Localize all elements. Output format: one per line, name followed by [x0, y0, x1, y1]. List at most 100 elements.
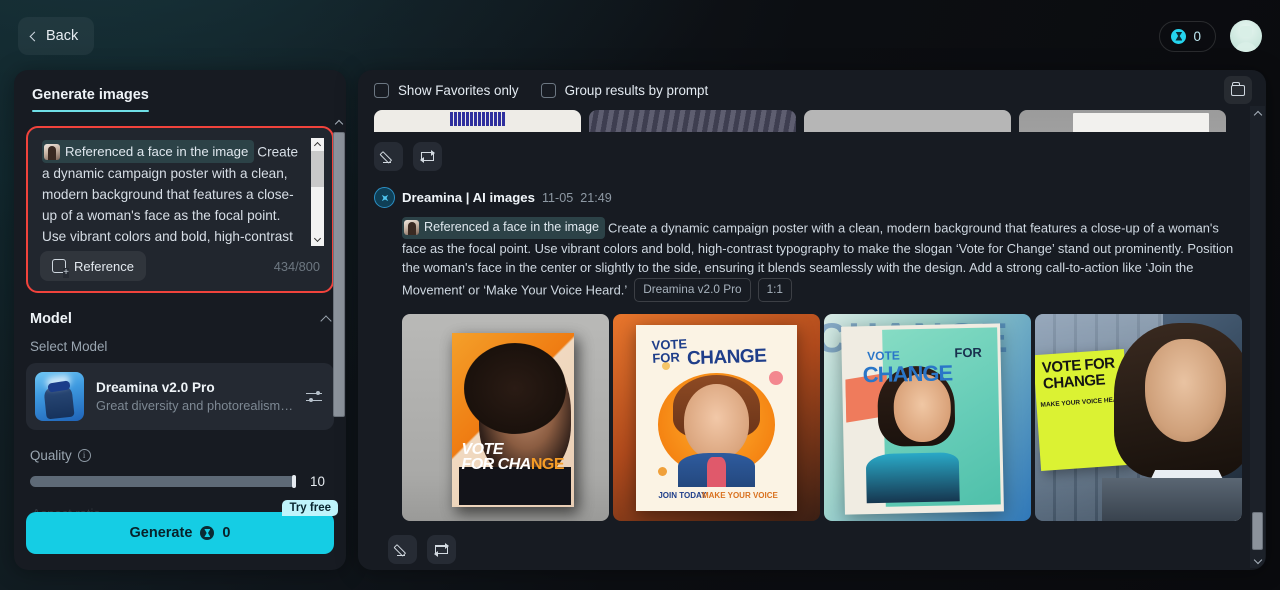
prompt-footer: Reference 434/800 [40, 251, 320, 281]
refresh-icon [420, 148, 435, 165]
credits-count: 0 [1193, 28, 1201, 44]
scroll-up-icon[interactable] [332, 116, 346, 129]
generated-image-1[interactable]: VOTE FOR CHANGE [402, 314, 609, 522]
result-image[interactable] [374, 110, 581, 132]
poster-slogan-accent: CHANGE [862, 359, 952, 387]
model-info: Dreamina v2.0 Pro Great diversity and ph… [96, 380, 294, 413]
poster-slogan-2: FOR CHA [461, 456, 531, 474]
show-favorites-label: Show Favorites only [398, 82, 519, 98]
results-toolbar: Show Favorites only Group results by pro… [358, 70, 1266, 110]
poster-footer-right: MAKE YOUR VOICE [701, 490, 778, 500]
regenerate-button[interactable] [413, 142, 442, 171]
dreamina-logo-icon [374, 187, 395, 208]
group-results-label: Group results by prompt [564, 82, 709, 98]
results-panel: Show Favorites only Group results by pro… [358, 70, 1266, 570]
prompt-textarea[interactable]: Referenced a face in the image Create a … [42, 140, 322, 248]
result-image[interactable] [589, 110, 796, 132]
generate-panel-body: Referenced a face in the image Create a … [14, 116, 346, 570]
reference-thumbnail-icon [44, 143, 60, 160]
try-free-badge: Try free [282, 500, 338, 516]
quality-slider[interactable] [30, 475, 296, 488]
reference-chip[interactable]: Referenced a face in the image [42, 140, 255, 163]
generated-image-3[interactable]: CHANGE VOTE FOR CHANGE [824, 314, 1031, 522]
prompt-scroll-thumb[interactable] [311, 151, 324, 187]
chevron-left-icon [29, 31, 40, 41]
reference-chip-label: Referenced a face in the image [65, 144, 249, 159]
scroll-up-icon[interactable] [1250, 106, 1265, 120]
results-list: Dreamina | AI images 11-05 21:49 Referen… [358, 110, 1248, 570]
result-image[interactable] [1019, 110, 1226, 132]
model-name: Dreamina v2.0 Pro [96, 380, 215, 395]
prompt-scrollbar[interactable] [311, 138, 324, 246]
poster-slogan-2: FOR [651, 349, 681, 366]
ratio-tag: 1:1 [757, 277, 792, 303]
add-image-icon [52, 259, 69, 278]
generate-button[interactable]: Generate 0 Try free [26, 500, 338, 554]
reference-button[interactable]: Reference [40, 251, 146, 281]
refresh-icon [434, 542, 449, 559]
settings-sliders-icon[interactable] [306, 390, 322, 404]
poster-slogan-accent: NGE [530, 456, 565, 474]
scroll-down-icon[interactable] [311, 233, 324, 246]
generation-date: 11-05 [541, 190, 574, 205]
reference-chip[interactable]: Referenced a face in the image [402, 217, 606, 239]
folder-icon [1231, 82, 1245, 96]
generation-time: 21:49 [580, 190, 612, 205]
top-bar: Back 0 [0, 0, 1280, 72]
previous-result-images[interactable] [374, 110, 1234, 132]
generated-image-4[interactable]: VOTE FOR CHANGE MAKE YOUR VOICE HEARD [1035, 314, 1242, 522]
left-panel-scrollbar[interactable] [332, 116, 346, 570]
credits-badge[interactable]: 0 [1159, 20, 1216, 52]
folder-button[interactable] [1224, 76, 1252, 104]
previous-result-actions [374, 142, 1234, 171]
generation-prompt: Referenced a face in the image Create a … [374, 217, 1234, 303]
quality-slider-handle[interactable] [292, 475, 296, 488]
avatar[interactable] [1230, 20, 1262, 52]
results-scroll-thumb[interactable] [1252, 512, 1263, 550]
prompt-box[interactable]: Referenced a face in the image Create a … [26, 126, 334, 293]
generate-panel: Generate images Referenced a face in the… [14, 70, 346, 570]
tab-generate-images[interactable]: Generate images [32, 87, 149, 112]
coin-icon [1171, 28, 1187, 44]
select-model-label: Select Model [30, 339, 108, 354]
quality-slider-row: 10 [26, 474, 334, 489]
scroll-up-icon[interactable] [311, 138, 324, 151]
panel-tabs: Generate images [14, 70, 346, 112]
model-description: Great diversity and photorealism. ... [96, 398, 294, 413]
checkbox-icon[interactable] [374, 82, 389, 98]
poster-slogan-accent: CHANGE [687, 345, 768, 370]
pencil-icon [395, 542, 410, 557]
top-bar-right: 0 [1159, 20, 1262, 52]
poster-slogan-2: FOR [953, 344, 982, 360]
edit-button[interactable] [374, 142, 403, 171]
model-section-title: Model [30, 311, 72, 327]
generate-button-label: Generate [129, 525, 193, 541]
generation-block: Dreamina | AI images 11-05 21:49 Referen… [374, 187, 1242, 565]
back-button-label: Back [46, 28, 79, 44]
model-card[interactable]: Dreamina v2.0 Pro Great diversity and ph… [26, 363, 334, 430]
checkbox-icon[interactable] [540, 82, 556, 98]
regenerate-button[interactable] [427, 535, 456, 565]
results-scrollbar[interactable] [1250, 106, 1265, 568]
scroll-down-icon[interactable] [1250, 554, 1265, 568]
reference-chip-label: Referenced a face in the image [424, 220, 600, 234]
generated-images-grid: VOTE FOR CHANGE VOTE FOR CHANGE JOIN TODAY… [374, 314, 1242, 522]
reference-thumbnail-icon [404, 220, 419, 236]
model-tag: Dreamina v2.0 Pro [634, 277, 751, 303]
reference-button-label: Reference [74, 258, 134, 274]
back-button[interactable]: Back [18, 17, 95, 55]
quality-label: Quality [30, 448, 72, 463]
char-count: 434/800 [273, 258, 320, 274]
left-scroll-thumb[interactable] [333, 132, 345, 417]
quality-value: 10 [310, 474, 325, 489]
generated-image-2[interactable]: VOTE FOR CHANGE JOIN TODAY MAKE YOUR VOIC… [613, 314, 820, 522]
result-image[interactable] [804, 110, 1011, 132]
info-icon[interactable]: i [77, 449, 91, 462]
group-results-toggle[interactable]: Group results by prompt [540, 82, 709, 98]
chevron-up-icon[interactable] [320, 314, 332, 327]
model-thumbnail [35, 372, 84, 421]
generate-button-wrapper: Generate 0 Try free [26, 500, 338, 554]
edit-button[interactable] [388, 535, 417, 565]
generation-header: Dreamina | AI images 11-05 21:49 [374, 187, 1234, 208]
show-favorites-toggle[interactable]: Show Favorites only [374, 82, 519, 98]
